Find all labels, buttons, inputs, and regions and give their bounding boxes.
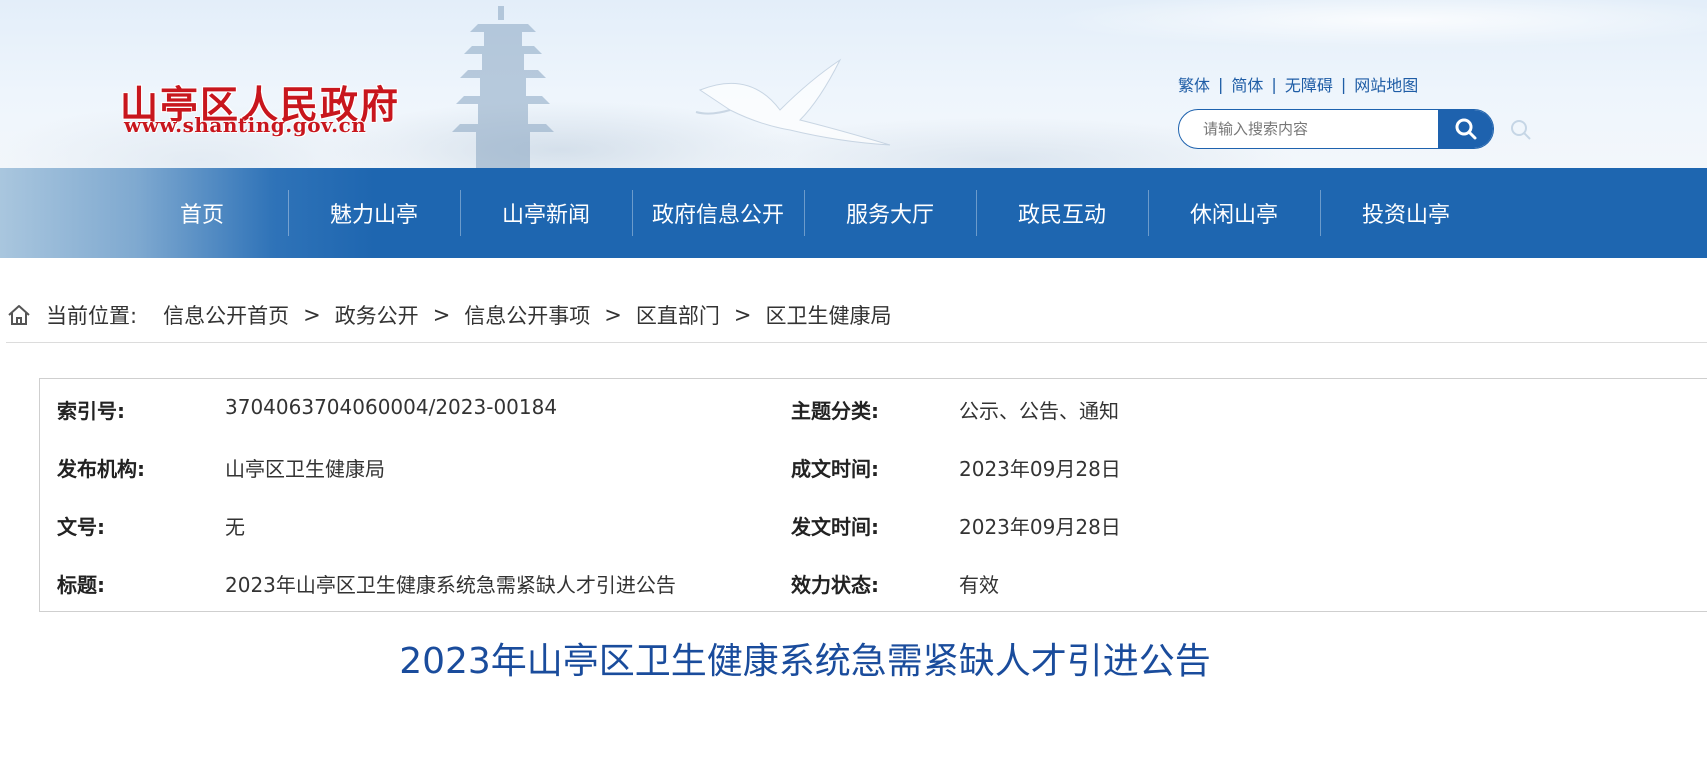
- info-row: 索引号: 3704063704060004/2023-00184 主题分类: 公…: [40, 379, 1707, 437]
- main-nav: 首页 魅力山亭 山亭新闻 政府信息公开 服务大厅 政民互动 休闲山亭 投资山亭: [0, 168, 1707, 258]
- link-traditional[interactable]: 繁体: [1178, 72, 1210, 96]
- header-banner: 山亭区人民政府 www.shanting.gov.cn 繁体 | 简体 | 无障…: [0, 0, 1707, 168]
- info-row: 标题: 2023年山亭区卫生健康系统急需紧缺人才引进公告 效力状态: 有效: [40, 553, 1707, 611]
- breadcrumb-departments[interactable]: 区直部门: [636, 300, 720, 330]
- article-title: 2023年山亭区卫生健康系统急需紧缺人才引进公告: [399, 641, 1211, 682]
- breadcrumb-separator: >: [604, 303, 622, 327]
- breadcrumb-separator: >: [432, 303, 451, 327]
- info-label-issue-date: 发文时间:: [791, 515, 879, 539]
- info-value-issue-date: 2023年09月28日: [959, 515, 1121, 539]
- info-label-written-date: 成文时间:: [791, 457, 879, 481]
- info-value-title: 2023年山亭区卫生健康系统急需紧缺人才引进公告: [225, 573, 676, 597]
- search-input[interactable]: [1179, 110, 1439, 148]
- info-label-publisher: 发布机构:: [57, 457, 145, 481]
- breadcrumb-divider: [6, 342, 1707, 343]
- info-value-index: 3704063704060004/2023-00184: [225, 395, 558, 419]
- link-separator: |: [1271, 74, 1277, 94]
- nav-item-interaction[interactable]: 政民互动: [976, 168, 1148, 258]
- info-value-publisher: 山亭区卫生健康局: [225, 457, 385, 481]
- breadcrumb-info-matters[interactable]: 信息公开事项: [464, 300, 590, 330]
- breadcrumb-separator: >: [733, 303, 752, 327]
- nav-item-gov-info[interactable]: 政府信息公开: [632, 168, 804, 258]
- info-label-status: 效力状态:: [791, 573, 879, 597]
- info-label-index: 索引号:: [57, 399, 125, 423]
- search-button[interactable]: [1438, 110, 1493, 148]
- info-row: 发布机构: 山亭区卫生健康局 成文时间: 2023年09月28日: [40, 437, 1707, 495]
- breadcrumb-info-home[interactable]: 信息公开首页: [163, 300, 289, 330]
- nav-item-home[interactable]: 首页: [116, 168, 288, 258]
- nav-item-leisure[interactable]: 休闲山亭: [1148, 168, 1320, 258]
- document-info-table: 索引号: 3704063704060004/2023-00184 主题分类: 公…: [39, 378, 1707, 612]
- info-label-title: 标题:: [57, 573, 105, 597]
- nav-item-charm[interactable]: 魅力山亭: [288, 168, 460, 258]
- breadcrumb-health-bureau[interactable]: 区卫生健康局: [766, 300, 892, 330]
- search-icon: [1455, 118, 1476, 140]
- link-accessibility[interactable]: 无障碍: [1285, 72, 1333, 96]
- link-sitemap[interactable]: 网站地图: [1354, 72, 1418, 96]
- top-links: 繁体 | 简体 | 无障碍 | 网站地图: [1178, 72, 1418, 96]
- link-simplified[interactable]: 简体: [1231, 72, 1263, 96]
- link-separator: |: [1340, 74, 1347, 94]
- home-icon[interactable]: [6, 302, 32, 328]
- search-box: [1178, 109, 1494, 149]
- link-separator: |: [1218, 74, 1224, 94]
- breadcrumb: 当前位置: 信息公开首页 > 政务公开 > 信息公开事项 > 区直部门 > 区卫…: [6, 300, 892, 330]
- site-logo-url[interactable]: www.shanting.gov.cn: [124, 113, 366, 137]
- pagoda-illustration: [452, 6, 554, 168]
- nav-item-investment[interactable]: 投资山亭: [1320, 168, 1492, 258]
- info-label-doc-number: 文号:: [57, 515, 105, 539]
- crane-illustration: [695, 58, 891, 146]
- nav-item-news[interactable]: 山亭新闻: [460, 168, 632, 258]
- info-value-status: 有效: [959, 573, 999, 597]
- info-label-category: 主题分类:: [791, 399, 879, 423]
- breadcrumb-separator: >: [303, 303, 321, 327]
- info-value-doc-number: 无: [225, 515, 245, 539]
- decorative-search-icon: [1511, 120, 1531, 140]
- info-value-category: 公示、公告、通知: [959, 399, 1119, 423]
- breadcrumb-label: 当前位置:: [46, 304, 138, 328]
- breadcrumb-gov-affairs[interactable]: 政务公开: [335, 300, 419, 330]
- nav-item-service-hall[interactable]: 服务大厅: [804, 168, 976, 258]
- info-value-written-date: 2023年09月28日: [959, 457, 1121, 481]
- info-row: 文号: 无 发文时间: 2023年09月28日: [40, 495, 1707, 553]
